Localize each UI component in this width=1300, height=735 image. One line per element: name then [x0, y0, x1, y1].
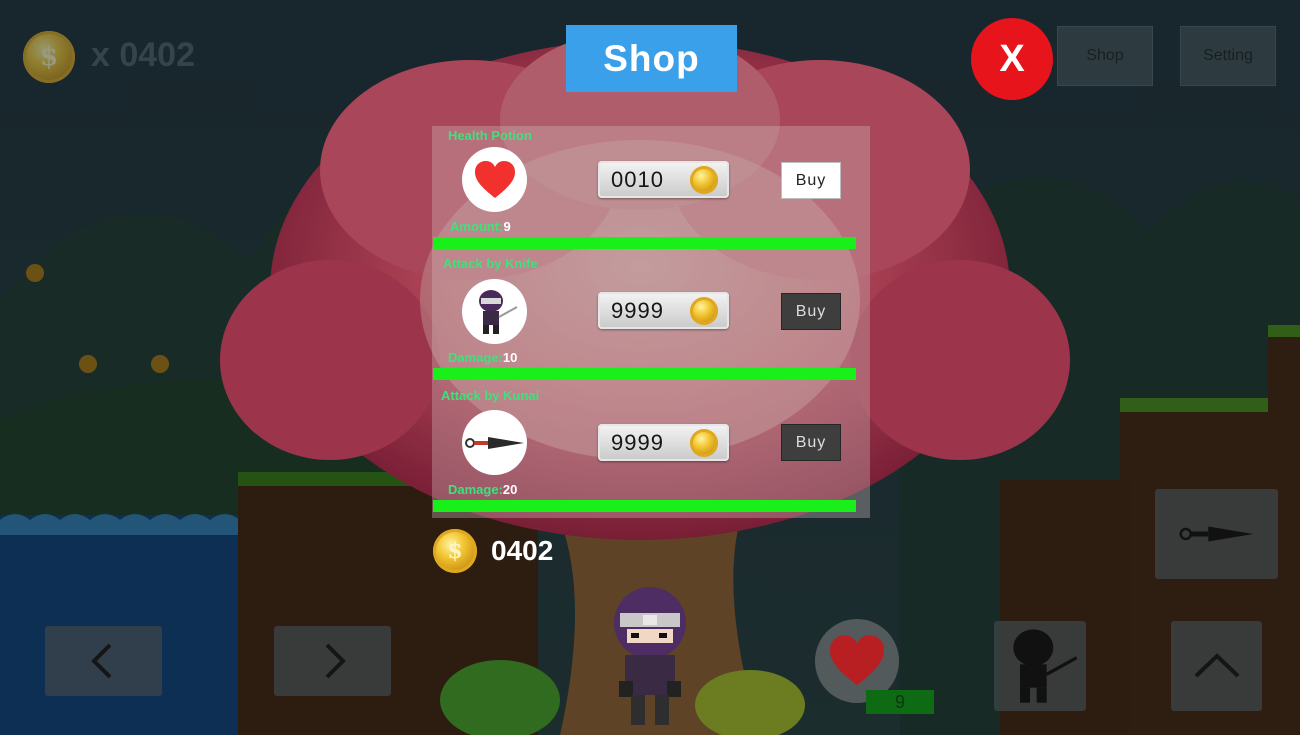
- item-name: Attack by Kunai: [441, 388, 540, 403]
- hud-coin-icon: $: [23, 31, 75, 83]
- move-left-button[interactable]: [45, 626, 162, 696]
- shop-title: Shop: [566, 25, 737, 92]
- game-scene: $ x 0402 Shop X Shop Setting Health Poti…: [0, 0, 1300, 735]
- move-right-button[interactable]: [274, 626, 391, 696]
- shop-balance: 0402: [491, 535, 554, 566]
- coin-icon: [690, 429, 718, 457]
- item-price: 0010: [598, 161, 729, 198]
- kunai-icon: [462, 410, 527, 475]
- close-icon: X: [999, 37, 1025, 80]
- item-stat: Amount:9: [450, 219, 511, 234]
- chevron-right-icon: [325, 643, 346, 679]
- health-count: 9: [866, 690, 934, 714]
- hud-coin-count: x 0402: [91, 36, 195, 74]
- buy-button[interactable]: Buy: [781, 293, 841, 330]
- kunai-icon: [1179, 526, 1253, 542]
- buy-button[interactable]: Buy: [781, 424, 841, 461]
- item-divider: [433, 237, 856, 249]
- ninja-attack-icon: [1013, 629, 1078, 703]
- item-price: 9999: [598, 424, 729, 461]
- item-price: 9999: [598, 292, 729, 329]
- balance-coin-icon: $: [433, 529, 477, 573]
- item-stat: Damage:20: [448, 482, 518, 497]
- heart-icon: [830, 635, 884, 686]
- kunai-throw-button[interactable]: [1155, 489, 1278, 579]
- item-divider: [433, 500, 856, 512]
- item-name: Health Potion: [448, 128, 532, 143]
- setting-button[interactable]: Setting: [1180, 26, 1276, 86]
- player-ninja: [614, 587, 686, 725]
- heart-icon: [462, 147, 527, 212]
- chevron-up-icon: [1194, 653, 1239, 678]
- chevron-left-icon: [90, 643, 111, 679]
- close-shop-button[interactable]: X: [971, 18, 1053, 100]
- item-divider: [433, 368, 856, 380]
- item-stat: Damage:10: [448, 350, 518, 365]
- item-name: Attack by Knife: [443, 256, 538, 271]
- shop-button[interactable]: Shop: [1057, 26, 1153, 86]
- knife-attack-button[interactable]: [994, 621, 1086, 711]
- buy-button[interactable]: Buy: [781, 162, 841, 199]
- coin-icon: [690, 166, 718, 194]
- ninja-knife-icon: [462, 279, 527, 344]
- jump-button[interactable]: [1171, 621, 1262, 711]
- coin-icon: [690, 297, 718, 325]
